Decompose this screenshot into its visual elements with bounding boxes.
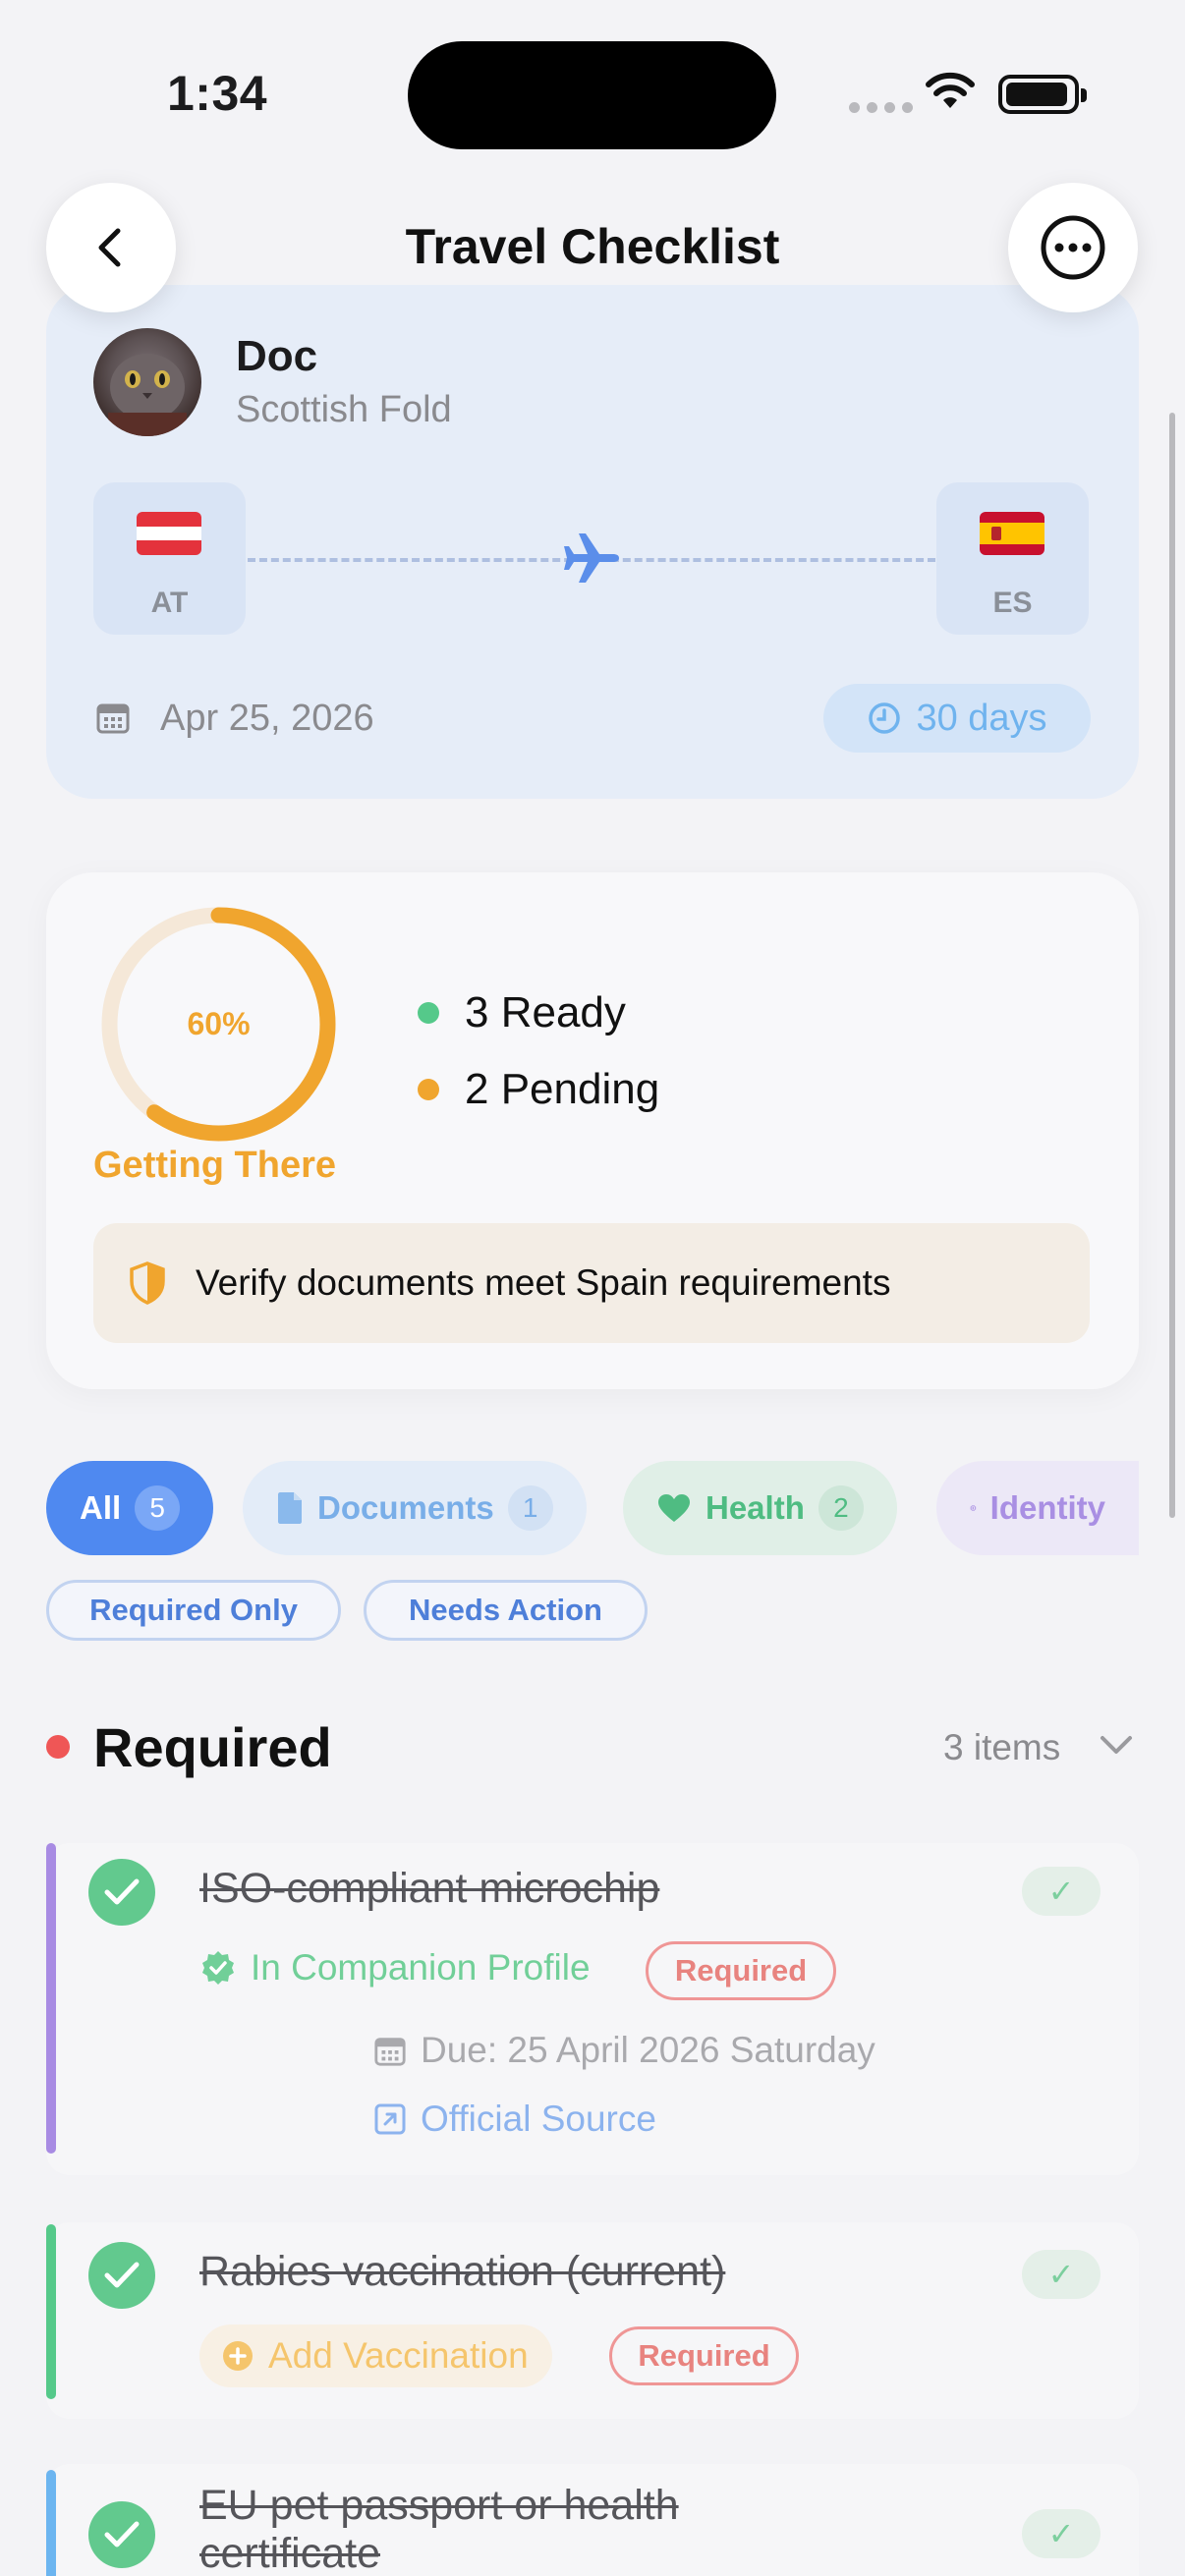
- completed-check-icon: ✓: [1022, 1867, 1100, 1916]
- verified-badge-icon: [202, 1951, 234, 1985]
- pending-stat: 2 Pending: [418, 1065, 659, 1114]
- clock-icon: [869, 702, 901, 734]
- cellular-signal-icon: [849, 102, 913, 113]
- ready-stat: 3 Ready: [418, 988, 626, 1037]
- shield-icon: [130, 1261, 165, 1305]
- filter-chip-label: Identity: [989, 1489, 1105, 1526]
- checkmark-icon: [104, 2262, 140, 2288]
- days-remaining-badge: 30 days: [823, 684, 1091, 753]
- official-source-link[interactable]: Official Source: [373, 2099, 656, 2140]
- due-date: Due: 25 April 2026 Saturday: [373, 2030, 875, 2071]
- required-tag: Required: [646, 1941, 836, 2000]
- heart-icon: [658, 1494, 690, 1522]
- origin-code: AT: [150, 587, 189, 619]
- ready-text: 3 Ready: [465, 988, 626, 1036]
- austria-flag-icon: [137, 512, 201, 555]
- completed-check-icon: ✓: [1022, 2250, 1100, 2299]
- pet-breed: Scottish Fold: [236, 389, 452, 430]
- external-link-icon: [374, 2103, 406, 2135]
- item-title-line: certificate: [199, 2530, 381, 2576]
- filter-chip-all[interactable]: All 5: [46, 1461, 214, 1555]
- travel-date: Apr 25, 2026: [160, 698, 374, 739]
- filter-chip-documents[interactable]: Documents 1: [243, 1461, 587, 1555]
- add-vaccination-text: Add Vaccination: [268, 2335, 529, 2376]
- filter-chip-label: Health: [705, 1489, 805, 1526]
- calendar-icon: [95, 700, 131, 740]
- item-checkbox[interactable]: [88, 1859, 155, 1926]
- item-checkbox[interactable]: [88, 2242, 155, 2309]
- progress-status: Getting There: [93, 1145, 337, 1186]
- filter-chip-count: 2: [818, 1485, 864, 1531]
- item-title: ISO-compliant microchip: [199, 1865, 660, 1912]
- document-icon: [278, 1492, 302, 1524]
- destination-code: ES: [992, 587, 1033, 619]
- battery-icon: [998, 75, 1087, 114]
- required-only-filter[interactable]: Required Only: [46, 1580, 341, 1641]
- requirements-banner[interactable]: Verify documents meet Spain requirements: [93, 1223, 1090, 1343]
- dynamic-island: [408, 41, 776, 149]
- pending-text: 2 Pending: [465, 1065, 660, 1113]
- item-checkbox[interactable]: [88, 2501, 155, 2568]
- filter-chip-count: 1: [507, 1485, 553, 1531]
- status-text: In Companion Profile: [251, 1947, 591, 1988]
- pending-dot: [418, 1079, 439, 1100]
- spain-flag-icon: [980, 512, 1044, 555]
- wifi-icon: [924, 71, 977, 115]
- section-title: Required: [93, 1716, 332, 1778]
- required-dot: [46, 1735, 70, 1759]
- calendar-icon: [374, 2038, 406, 2066]
- item-title: EU pet passport or health certificate: [199, 2482, 679, 2576]
- checkmark-icon: [104, 2521, 140, 2548]
- official-source-text: Official Source: [421, 2099, 656, 2139]
- add-vaccination-button[interactable]: Add Vaccination: [199, 2324, 552, 2387]
- filter-chip-label: Documents: [317, 1489, 494, 1526]
- completed-check-icon: ✓: [1022, 2509, 1100, 2558]
- due-date-text: Due: 25 April 2026 Saturday: [421, 2030, 875, 2070]
- checkmark-icon: [104, 1878, 140, 1905]
- pet-avatar[interactable]: [93, 328, 201, 436]
- chip-icon: [970, 1505, 977, 1511]
- category-bar: [46, 2470, 56, 2576]
- companion-profile-status: In Companion Profile: [199, 1947, 591, 1988]
- category-bar: [46, 1843, 56, 2154]
- section-count[interactable]: 3 items: [943, 1727, 1060, 1768]
- more-options-button[interactable]: [1008, 183, 1138, 312]
- filter-chip-identity[interactable]: Identity: [936, 1461, 1139, 1555]
- banner-text: Verify documents meet Spain requirements: [196, 1262, 891, 1303]
- ellipsis-circle-icon: [1041, 215, 1105, 280]
- ready-dot: [418, 1002, 439, 1024]
- airplane-icon: [562, 532, 621, 589]
- destination-country: ES: [936, 482, 1089, 635]
- pet-name: Doc: [236, 332, 318, 380]
- item-title: Rabies vaccination (current): [199, 2248, 726, 2295]
- category-bar: [46, 2224, 56, 2399]
- status-time: 1:34: [167, 66, 268, 121]
- filter-chip-label: All: [80, 1489, 122, 1526]
- chevron-down-icon[interactable]: [1099, 1733, 1134, 1762]
- filter-chip-health[interactable]: Health 2: [623, 1461, 897, 1555]
- item-title-line: EU pet passport or health: [199, 2482, 679, 2529]
- origin-country: AT: [93, 482, 246, 635]
- required-tag: Required: [609, 2326, 799, 2385]
- plus-circle-icon: [223, 2341, 253, 2371]
- progress-percent: 60%: [187, 1006, 251, 1041]
- scrollbar[interactable]: [1169, 413, 1175, 1518]
- days-remaining-text: 30 days: [916, 697, 1047, 739]
- needs-action-filter[interactable]: Needs Action: [364, 1580, 648, 1641]
- filter-chip-count: 5: [135, 1485, 181, 1531]
